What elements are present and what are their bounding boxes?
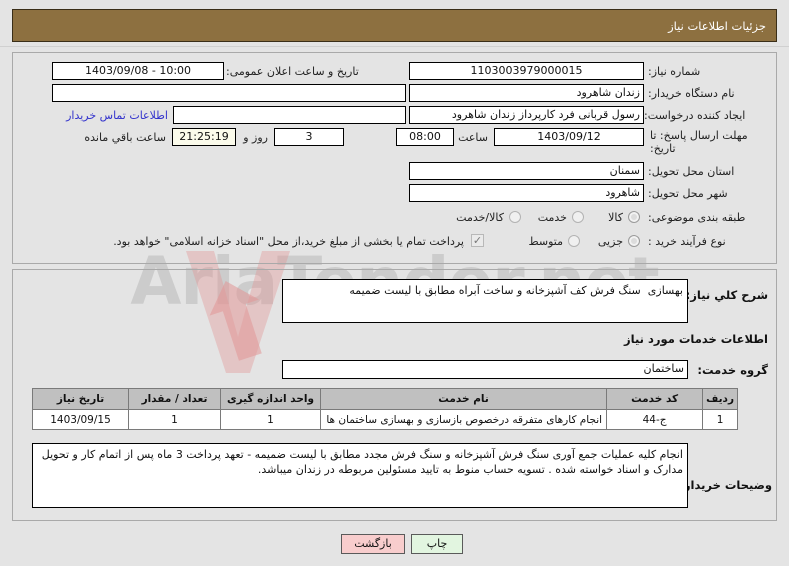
classification-option-1-label: خدمت — [537, 211, 567, 224]
buyer-contact-field — [173, 106, 406, 124]
cell-unit: 1 — [220, 409, 321, 430]
table-header-quantity: تعداد / مقدار — [128, 388, 221, 410]
table-row: 1 ج-44 انجام کارهای متفرقه درخصوص بازساز… — [32, 409, 738, 430]
need-number-field: 1103003979000015 — [409, 62, 644, 80]
table-header-need-date: تاریخ نیاز — [32, 388, 129, 410]
window-title-bar: جزئیات اطلاعات نیاز — [12, 9, 777, 42]
countdown-days-field: 3 — [274, 128, 344, 146]
treasury-bond-note: پرداخت تمام یا بخشی از مبلغ خرید،از محل … — [113, 235, 464, 248]
need-summary-label: شرح کلي نیاز: — [685, 288, 768, 302]
deadline-date-field: 1403/09/12 — [494, 128, 644, 146]
page-title: جزئیات اطلاعات نیاز — [668, 18, 766, 33]
need-info-panel: شماره نیاز: 1103003979000015 تاریخ و ساع… — [12, 52, 777, 264]
classification-radio-0[interactable] — [628, 211, 640, 223]
buyer-org-label: نام دستگاه خریدار: — [648, 87, 735, 100]
public-announce-field: 10:00 - 1403/09/08 — [52, 62, 224, 80]
buyer-notes-label: وضیحات خریدار: — [679, 478, 772, 492]
cell-service-code: ج-44 — [606, 409, 704, 430]
cell-row-no: 1 — [702, 409, 738, 430]
table-header-unit: واحد اندازه گیری — [220, 388, 321, 410]
classification-option-2-label: کالا/خدمت — [456, 211, 504, 224]
buyer-org-field: زندان شاهرود — [409, 84, 644, 102]
cell-quantity: 1 — [128, 409, 221, 430]
deadline-time-label: ساعت — [458, 131, 488, 144]
treasury-bond-checkbox[interactable]: ✓ — [471, 234, 484, 247]
deadline-label: مهلت ارسال پاسخ: تا تاریخ: — [650, 129, 748, 155]
purchase-process-option-1-label: متوسط — [528, 235, 563, 248]
table-header-service-code: کد خدمت — [606, 388, 704, 410]
need-number-label: شماره نیاز: — [648, 65, 701, 78]
countdown-days-unit-label: روز و — [243, 131, 268, 144]
classification-option-0-label: کالا — [608, 211, 623, 224]
table-header-service-name: نام خدمت — [319, 388, 608, 410]
services-section-heading: اطلاعات خدمات مورد نیاز — [624, 332, 768, 346]
print-button[interactable]: چاپ — [411, 534, 463, 554]
classification-label: طبقه بندی موضوعی: — [648, 211, 746, 224]
province-field: سمنان — [409, 162, 644, 180]
need-summary-textarea[interactable] — [282, 279, 688, 323]
countdown-time-field: 21:25:19 — [172, 128, 236, 146]
requester-field: رسول قربانی فرد کارپرداز زندان شاهرود — [409, 106, 644, 124]
page-root: AriaTender.net جزئیات اطلاعات نیاز شماره… — [0, 0, 789, 566]
buyer-org-extra-field — [52, 84, 406, 102]
countdown-label: ساعت باقي مانده — [84, 131, 166, 144]
city-label: شهر محل تحویل: — [648, 187, 728, 200]
purchase-process-label: نوع فرآیند خرید : — [648, 235, 726, 248]
purchase-process-radio-1[interactable] — [568, 235, 580, 247]
city-field: شاهرود — [409, 184, 644, 202]
table-header-row: ردیف کد خدمت نام خدمت واحد اندازه گیری ت… — [32, 388, 738, 410]
table-header-row-no: ردیف — [702, 388, 738, 410]
service-group-field: ساختمان — [282, 360, 688, 379]
classification-radio-2[interactable] — [509, 211, 521, 223]
province-label: استان محل تحویل: — [648, 165, 735, 178]
buyer-notes-textarea[interactable] — [32, 443, 688, 508]
requester-label: ایجاد کننده درخواست: — [644, 109, 746, 122]
service-group-label: گروه خدمت: — [697, 363, 768, 377]
buyer-contact-link[interactable]: اطلاعات تماس خریدار — [66, 109, 168, 122]
back-button[interactable]: بازگشت — [341, 534, 405, 554]
services-table: ردیف کد خدمت نام خدمت واحد اندازه گیری ت… — [32, 388, 738, 430]
purchase-process-radio-0[interactable] — [628, 235, 640, 247]
deadline-time-field: 08:00 — [396, 128, 454, 146]
cell-need-date: 1403/09/15 — [32, 409, 129, 430]
purchase-process-option-0-label: جزیی — [597, 235, 623, 248]
public-announce-label: تاریخ و ساعت اعلان عمومی: — [226, 65, 359, 78]
divider-under-title — [0, 46, 789, 47]
cell-service-name: انجام کارهای متفرقه درخصوص بازسازی و بهس… — [319, 409, 608, 430]
classification-radio-1[interactable] — [572, 211, 584, 223]
